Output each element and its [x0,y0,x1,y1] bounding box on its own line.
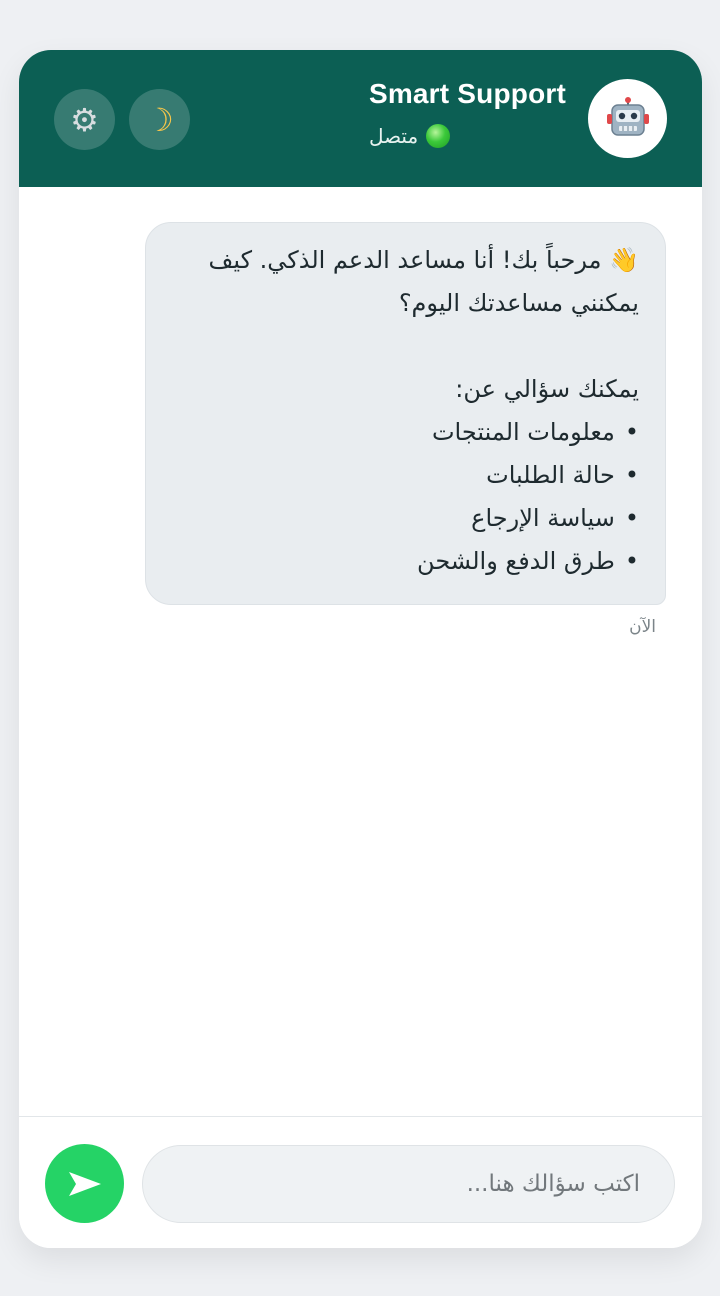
message-input[interactable] [142,1145,675,1223]
message-line: يمكنني مساعدتك اليوم؟ [398,289,639,317]
settings-button[interactable]: ⚙ [54,89,115,150]
bot-message-bubble: 👋 مرحباً بك! أنا مساعد الدعم الذكي. كيف … [145,222,666,605]
avatar [588,79,667,158]
gear-icon: ⚙ [70,100,99,139]
online-dot-icon [426,124,451,148]
chat-header: ⚙ ☽ Smart Support متصل [19,50,702,187]
list-item: •حالة الطلبات [486,461,639,489]
list-item: •طرق الدفع والشحن [417,547,639,575]
message-line: يمكنك سؤالي عن: [455,375,639,403]
status-row: متصل [369,124,566,148]
header-title-block: Smart Support متصل [369,78,566,148]
robot-icon [606,96,649,136]
list-item-text: حالة الطلبات [486,461,615,489]
moon-icon: ☽ [145,100,174,139]
list-item-text: معلومات المنتجات [431,418,615,446]
chat-title: Smart Support [368,78,566,109]
message-list[interactable]: 👋 مرحباً بك! أنا مساعد الدعم الذكي. كيف … [19,187,702,1116]
send-icon [68,1171,101,1196]
theme-toggle-button[interactable]: ☽ [129,89,190,150]
list-item: •سياسة الإرجاع [471,504,639,532]
status-text: متصل [368,124,419,148]
list-item-text: سياسة الإرجاع [471,504,615,532]
message-line: 👋 مرحباً بك! أنا مساعد الدعم الذكي. كيف [208,246,639,274]
chat-widget: ⚙ ☽ Smart Support متصل 👋 مرحباً بك! أنا … [19,50,702,1248]
send-button[interactable] [45,1144,124,1223]
message-composer [19,1116,702,1248]
header-actions: ⚙ ☽ [54,89,190,150]
list-item: •معلومات المنتجات [431,418,639,446]
message-timestamp: الآن [629,617,656,637]
list-item-text: طرق الدفع والشحن [417,547,615,575]
